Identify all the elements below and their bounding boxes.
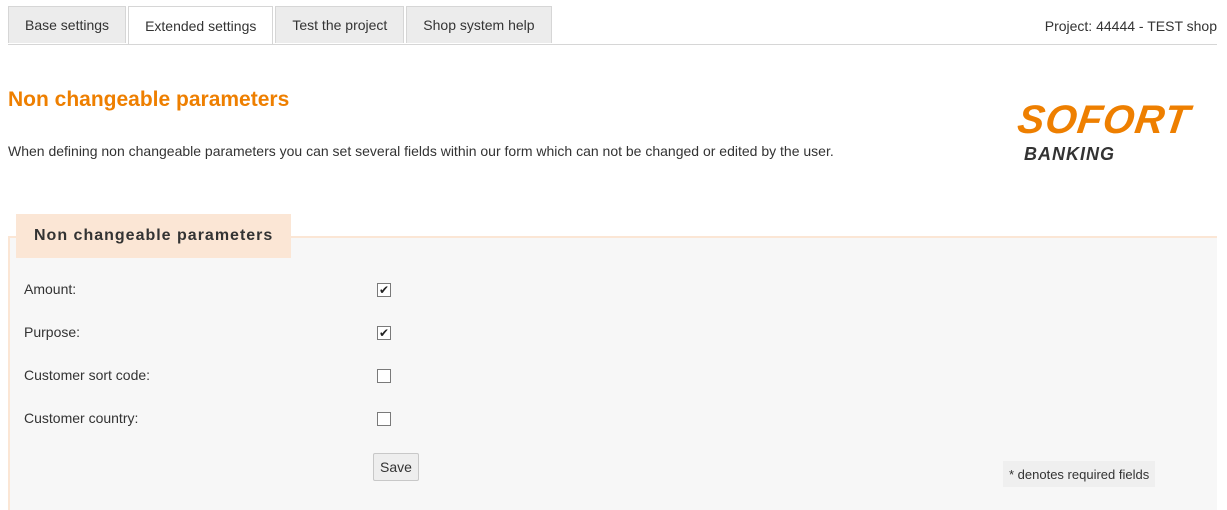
tab-bar: Base settings Extended settings Test the… <box>8 6 554 45</box>
tab-base-settings[interactable]: Base settings <box>8 6 127 43</box>
intro-text: When defining non changeable parameters … <box>8 143 834 159</box>
sofort-banking-logo: SOFORT BANKING <box>1014 98 1218 170</box>
project-value: 44444 - TEST shop <box>1096 18 1217 34</box>
panel-legend: Non changeable parameters <box>16 214 292 258</box>
purpose-checkbox[interactable]: ✔ <box>377 326 391 340</box>
logo-main-text: SOFORT <box>1014 98 1194 142</box>
field-label-customer-sort-code: Customer sort code: <box>24 367 151 383</box>
project-info: Project: 44444 - TEST shop <box>1045 18 1217 34</box>
logo-sub-text: BANKING <box>1024 144 1115 164</box>
field-label-customer-country: Customer country: <box>24 410 139 426</box>
amount-checkbox[interactable]: ✔ <box>377 283 391 297</box>
tab-test-the-project[interactable]: Test the project <box>275 6 405 43</box>
customer-country-checkbox[interactable] <box>377 412 391 426</box>
save-button[interactable]: Save <box>373 453 419 481</box>
project-label: Project: <box>1044 18 1093 34</box>
field-label-purpose: Purpose: <box>24 324 81 340</box>
tab-divider <box>8 44 1217 45</box>
tab-extended-settings[interactable]: Extended settings <box>128 6 274 45</box>
tab-shop-system-help[interactable]: Shop system help <box>406 6 552 43</box>
field-label-amount: Amount: <box>24 281 77 297</box>
customer-sort-code-checkbox[interactable] <box>377 369 391 383</box>
page-title: Non changeable parameters <box>8 88 290 111</box>
required-fields-note: * denotes required fields <box>1003 461 1156 487</box>
